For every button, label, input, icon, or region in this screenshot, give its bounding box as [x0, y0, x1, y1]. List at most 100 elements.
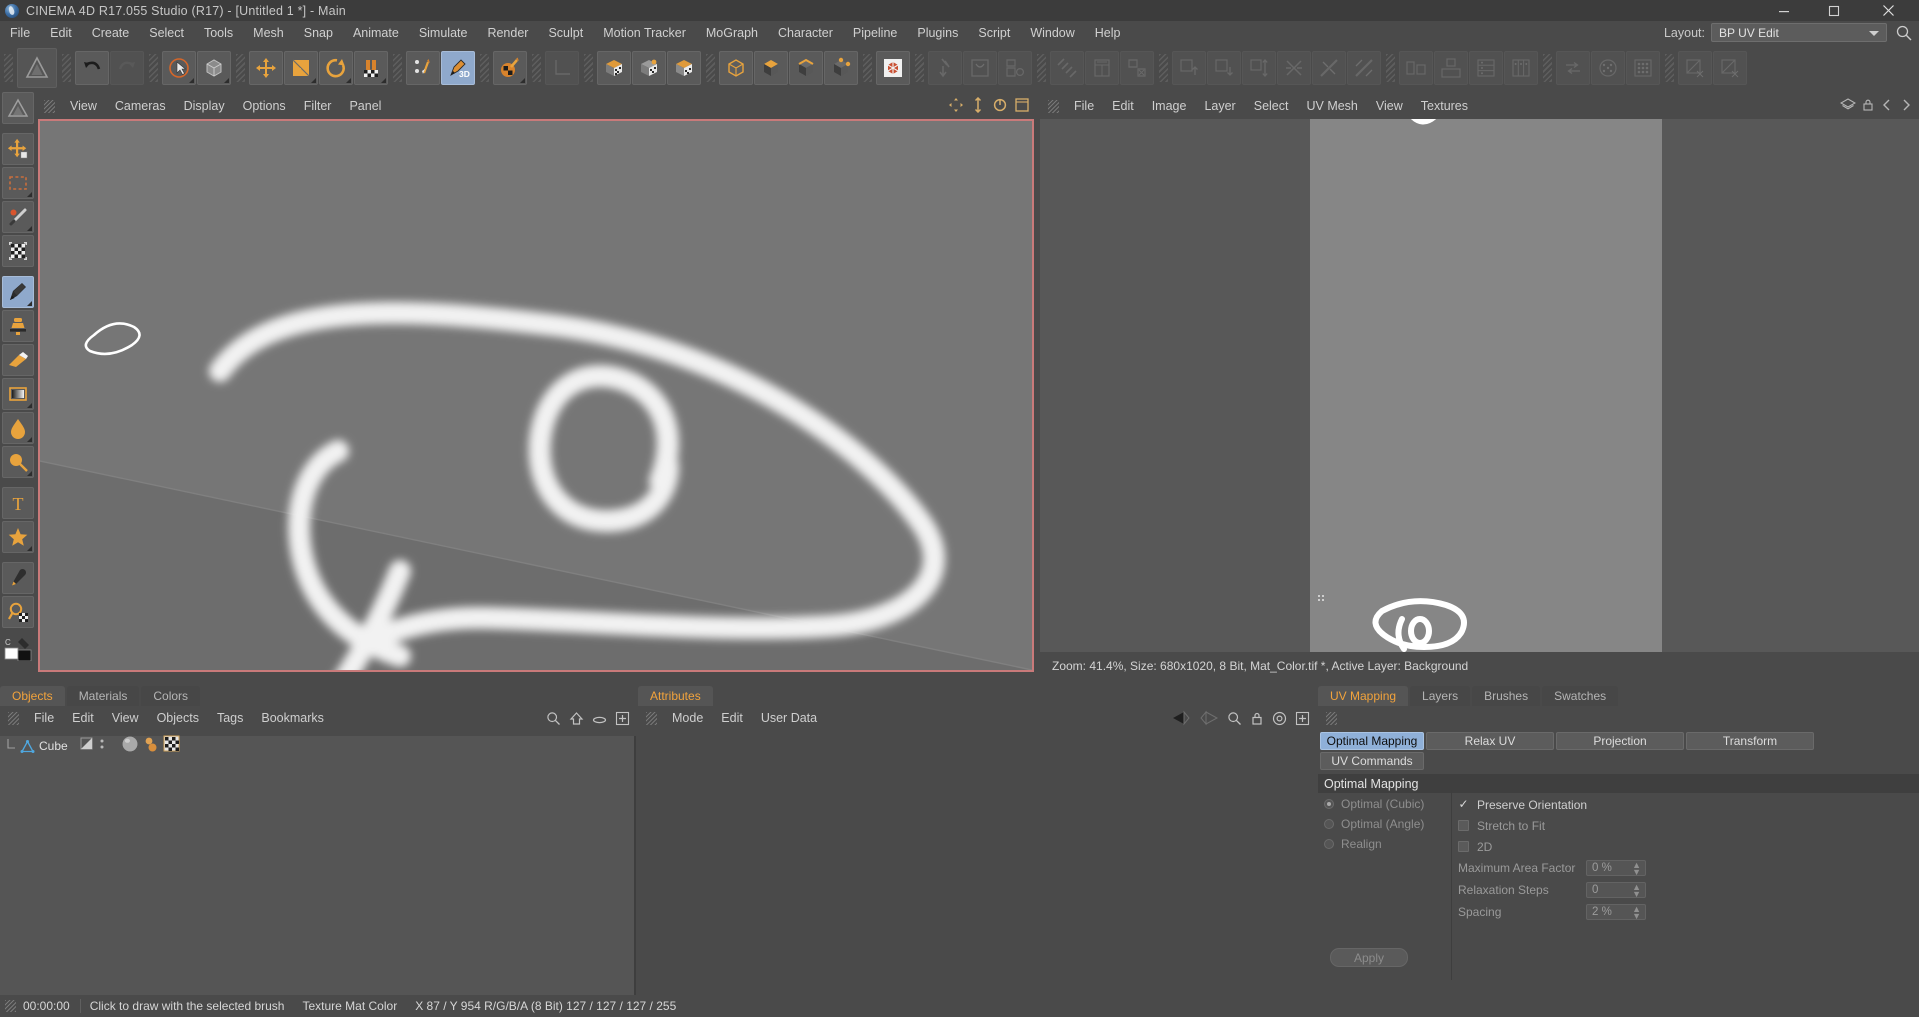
transfer-icon[interactable] [1556, 50, 1590, 85]
target-icon[interactable] [1272, 711, 1287, 731]
uv-frame-icon[interactable] [963, 50, 997, 85]
flip-diagonal-2-icon[interactable] [1312, 50, 1346, 85]
grip-icon[interactable] [1037, 53, 1046, 82]
checkbox-stretch-to-fit[interactable]: Stretch to Fit [1458, 815, 1908, 836]
grip-icon[interactable] [4, 53, 13, 82]
move-view-icon[interactable] [948, 97, 964, 118]
uvw-tag-icon[interactable] [163, 735, 180, 757]
grid-points-icon[interactable] [1626, 50, 1660, 85]
forward-arrow-icon[interactable] [1199, 710, 1219, 731]
tab-colors[interactable]: Colors [141, 686, 201, 706]
maximize-icon[interactable] [1813, 0, 1855, 21]
texture-menu-textures[interactable]: Textures [1412, 94, 1477, 118]
brush-3d-icon[interactable]: 3D [441, 50, 475, 85]
checker-cube-dot-icon[interactable] [632, 50, 666, 85]
material-tag-icon[interactable] [121, 735, 139, 758]
arrow-right-icon[interactable] [1899, 98, 1913, 117]
menu-mograph[interactable]: MoGraph [696, 21, 768, 45]
stepper-icon[interactable]: ▲ ▼ [1632, 883, 1641, 899]
grip-icon[interactable] [149, 53, 158, 82]
texture-menu-edit[interactable]: Edit [1103, 94, 1143, 118]
menu-character[interactable]: Character [768, 21, 843, 45]
magnifier-checker-icon[interactable] [2, 596, 34, 628]
menu-select[interactable]: Select [139, 21, 194, 45]
c4d-mark-icon[interactable] [2, 92, 34, 124]
texture-image[interactable] [1310, 119, 1662, 652]
radio-optimal-cubic[interactable]: Optimal (Cubic) [1320, 794, 1448, 814]
viewport-menu-view[interactable]: View [61, 94, 106, 118]
tab-attributes[interactable]: Attributes [638, 686, 713, 706]
mode-optimal-mapping-button[interactable]: Optimal Mapping [1320, 732, 1424, 750]
number-input[interactable]: 0 % ▲ ▼ [1586, 860, 1646, 877]
viewport-menu-filter[interactable]: Filter [295, 94, 341, 118]
menu-render[interactable]: Render [477, 21, 538, 45]
arrange-rows-icon[interactable] [1469, 50, 1503, 85]
attributes-body[interactable] [638, 736, 1316, 995]
tab-uv-mapping[interactable]: UV Mapping [1318, 686, 1409, 706]
paint-tag-icon[interactable] [143, 735, 159, 758]
texture-menu-layer[interactable]: Layer [1195, 94, 1244, 118]
projection-1-icon[interactable] [1678, 50, 1712, 85]
viewport-menu-cameras[interactable]: Cameras [106, 94, 175, 118]
apply-button[interactable]: Apply [1330, 948, 1408, 967]
objects-menu-bookmarks[interactable]: Bookmarks [252, 706, 333, 730]
scale-square-icon[interactable] [284, 50, 318, 85]
tab-layers[interactable]: Layers [1410, 686, 1471, 706]
grip-icon[interactable] [1326, 712, 1337, 725]
mode-relax-uv-button[interactable]: Relax UV [1426, 732, 1554, 750]
grip-icon[interactable] [1665, 53, 1674, 82]
grip-icon[interactable] [44, 99, 55, 113]
minimize-icon[interactable] [1763, 0, 1805, 21]
grip-icon[interactable] [393, 53, 402, 82]
checker-cube-icon[interactable] [597, 50, 631, 85]
grip-icon[interactable] [8, 711, 19, 725]
grip-icon[interactable] [646, 711, 657, 725]
visibility-toggle-icon[interactable] [80, 737, 95, 755]
magic-wand-icon[interactable] [2, 201, 34, 233]
texture-canvas-area[interactable] [1040, 119, 1919, 652]
uv-arrow-icon[interactable] [928, 50, 962, 85]
menu-simulate[interactable]: Simulate [409, 21, 478, 45]
cube-edge-icon[interactable] [789, 50, 823, 85]
undo-arrow-icon[interactable] [75, 50, 109, 85]
grip-icon[interactable] [5, 1000, 16, 1012]
lock-icon[interactable] [1250, 711, 1264, 731]
back-arrow-icon[interactable] [1171, 710, 1191, 731]
texture-menu-uv-mesh[interactable]: UV Mesh [1297, 94, 1366, 118]
foreground-background-swatch-icon[interactable]: C [2, 632, 34, 664]
eyedropper-icon[interactable] [2, 562, 34, 594]
layout-dropdown[interactable]: BP UV Edit [1711, 23, 1887, 42]
cube-wire-icon[interactable] [197, 50, 231, 85]
grip-icon[interactable] [1386, 53, 1395, 82]
grip-icon[interactable] [584, 53, 593, 82]
checkbox-preserve-orientation[interactable]: ✓ Preserve Orientation [1458, 794, 1908, 815]
menu-pipeline[interactable]: Pipeline [843, 21, 907, 45]
points-brush-icon[interactable] [406, 50, 440, 85]
tab-swatches[interactable]: Swatches [1542, 686, 1619, 706]
cube-outline-icon[interactable] [719, 50, 753, 85]
magnet-icon[interactable] [354, 50, 388, 85]
texture-menu-view[interactable]: View [1367, 94, 1412, 118]
blur-icon[interactable] [2, 446, 34, 478]
mode-projection-button[interactable]: Projection [1556, 732, 1684, 750]
objects-tree[interactable]: Cube [0, 735, 636, 995]
transform-checker-icon[interactable] [2, 235, 34, 267]
eraser-icon[interactable] [2, 344, 34, 376]
plus-box-icon[interactable] [615, 711, 630, 731]
menu-mesh[interactable]: Mesh [243, 21, 294, 45]
grip-icon[interactable] [532, 53, 541, 82]
maximize-view-icon[interactable] [1014, 97, 1030, 118]
texture-menu-select[interactable]: Select [1245, 94, 1298, 118]
search-icon[interactable] [546, 711, 561, 731]
ellipse-icon[interactable] [592, 712, 607, 730]
move-cross-icon[interactable] [2, 133, 34, 165]
search-icon[interactable] [1227, 711, 1242, 731]
menu-help[interactable]: Help [1085, 21, 1131, 45]
uv-swap-icon[interactable] [1120, 50, 1154, 85]
number-input[interactable]: 0 ▲ ▼ [1586, 882, 1646, 899]
grip-icon[interactable] [706, 53, 715, 82]
viewport-menu-options[interactable]: Options [234, 94, 295, 118]
arrow-left-icon[interactable] [1880, 98, 1894, 117]
viewport-3d-canvas[interactable] [38, 119, 1034, 672]
texture-menu-file[interactable]: File [1065, 94, 1103, 118]
